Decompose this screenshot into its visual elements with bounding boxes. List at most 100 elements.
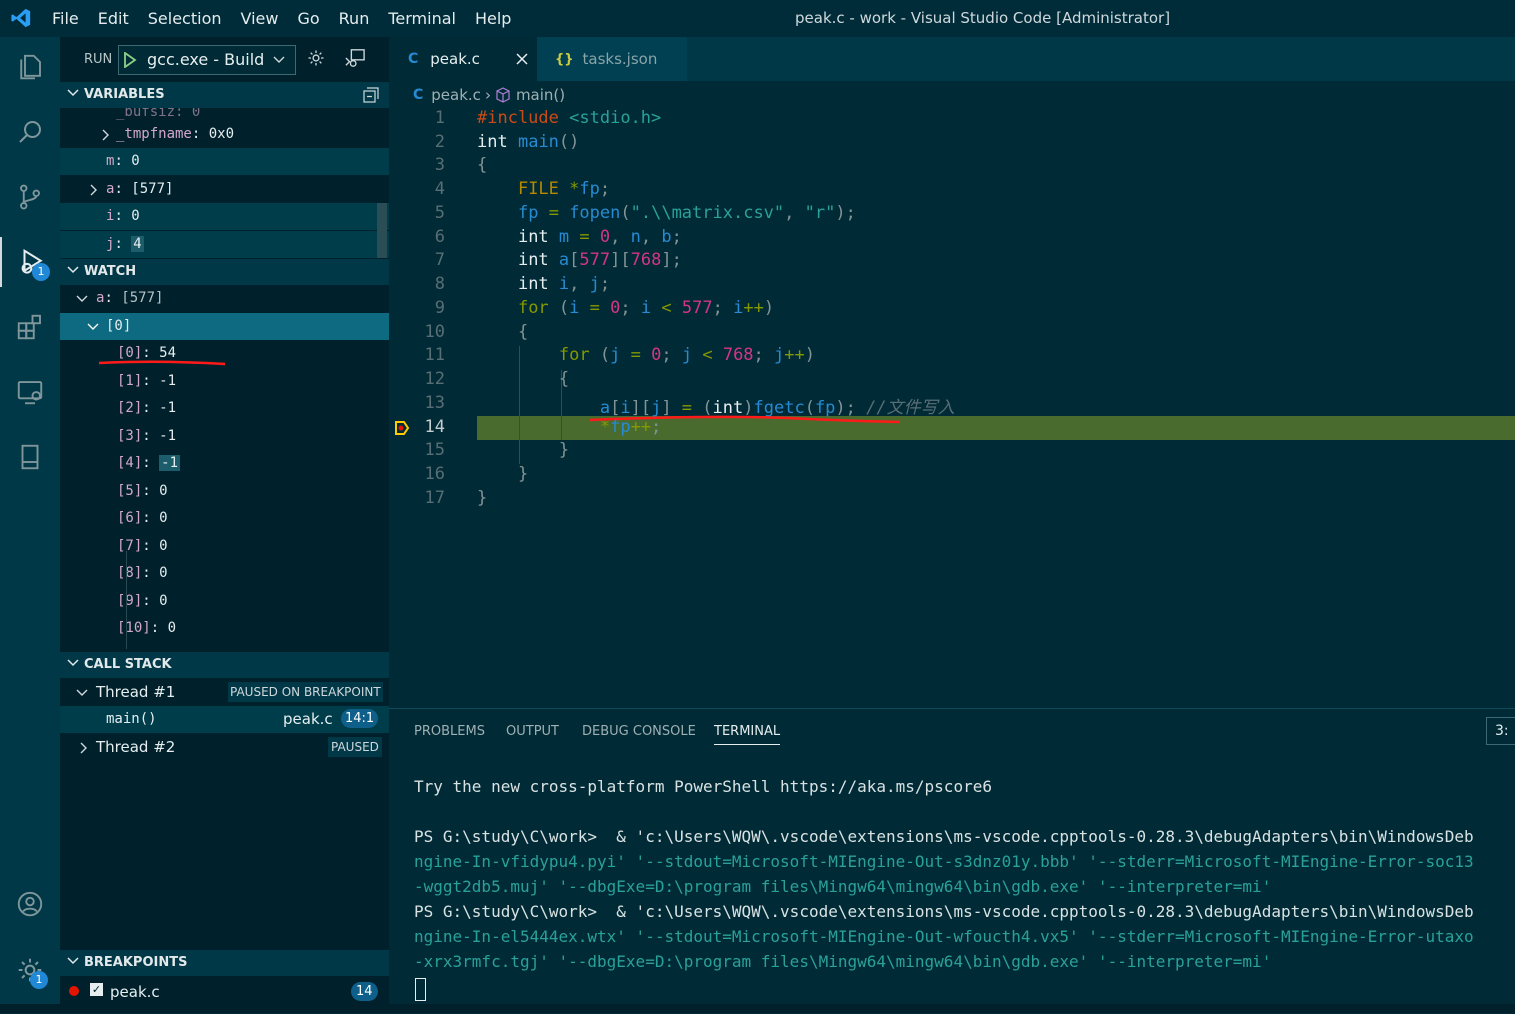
tab-tasks-json[interactable]: {} tasks.json: [537, 37, 687, 81]
menu-edit[interactable]: Edit: [98, 9, 129, 28]
code-line: for (i = 0; i < 577; i++): [517, 298, 775, 318]
source-control-button[interactable]: [0, 172, 60, 222]
watch-item-row[interactable]: [1]: -1: [60, 368, 389, 395]
watch-item-value: 0: [167, 620, 177, 636]
watch-item-value: 0: [159, 593, 168, 609]
watch-item-row[interactable]: [6]: 0: [60, 505, 389, 532]
code-line: }: [477, 440, 570, 460]
terminal-line: ngine-In-el5444ex.wtx' '--stdout=Microso…: [414, 927, 1474, 946]
chevron-down-icon: [76, 295, 88, 302]
menu-run[interactable]: Run: [339, 9, 370, 28]
tab-output[interactable]: OUTPUT: [506, 724, 559, 739]
line-number: 9: [434, 298, 445, 318]
variables-section-header[interactable]: VARIABLES: [60, 82, 389, 108]
accounts-button[interactable]: [0, 879, 60, 929]
code-line: int main(): [477, 132, 580, 152]
chevron-down-icon: [67, 89, 79, 97]
terminal-cursor[interactable]: [415, 978, 426, 1001]
tab-terminal[interactable]: TERMINAL: [714, 724, 781, 745]
line-number: 13: [424, 393, 445, 413]
variable-name: _tmpfname: [116, 126, 192, 142]
code-line: }: [477, 488, 488, 508]
menu-selection[interactable]: Selection: [148, 9, 222, 28]
watch-item-value: 0: [159, 510, 168, 526]
watch-item-row[interactable]: [9]: 0: [60, 588, 389, 615]
collapse-all-icon[interactable]: [363, 87, 379, 103]
watch-item-row[interactable]: [3]: -1: [60, 423, 389, 450]
breakpoints-section-header[interactable]: BREAKPOINTS: [60, 950, 389, 976]
watch-section-header[interactable]: WATCH: [60, 259, 389, 285]
thread-row[interactable]: Thread #1 PAUSED ON BREAKPOINT: [60, 679, 389, 706]
start-debug-icon[interactable]: [123, 52, 137, 68]
checkbox-checked-icon[interactable]: ✓: [90, 983, 103, 996]
variable-row[interactable]: _tmpfname: 0x0: [60, 121, 389, 148]
tab-problems[interactable]: PROBLEMS: [414, 724, 485, 739]
watch-item-value: 0: [159, 538, 168, 554]
c-file-icon: C: [413, 87, 424, 103]
watch-item-row[interactable]: [5]: 0: [60, 478, 389, 505]
tab-debug-console[interactable]: DEBUG CONSOLE: [582, 724, 696, 739]
launch-config-select[interactable]: gcc.exe - Build a: [118, 45, 296, 75]
callstack-title: CALL STACK: [84, 657, 172, 672]
book-button[interactable]: [0, 432, 60, 482]
gear-icon[interactable]: [306, 48, 326, 68]
extensions-button[interactable]: [0, 302, 60, 352]
frame-name: main(): [106, 711, 157, 727]
variable-row[interactable]: i: 0: [60, 203, 389, 230]
settings-badge: 1: [30, 971, 48, 989]
callstack-section-header[interactable]: CALL STACK: [60, 652, 389, 678]
close-icon[interactable]: [516, 53, 528, 65]
terminal-selector[interactable]: 3:: [1486, 717, 1515, 745]
manage-button[interactable]: 1: [0, 945, 60, 995]
debug-console-icon[interactable]: [344, 48, 366, 68]
breakpoint-row[interactable]: ✓ peak.c 14: [60, 978, 389, 1005]
watch-item-row[interactable]: [8]: 0: [60, 560, 389, 587]
variable-row[interactable]: a: [577]: [60, 176, 389, 203]
code-line: int m = 0, n, b;: [517, 227, 682, 247]
vscode-logo-icon: [11, 8, 31, 28]
watch-child-row[interactable]: [0]: [60, 313, 389, 340]
stack-frame-row[interactable]: main() peak.c 14:1: [60, 706, 389, 733]
thread-row[interactable]: Thread #2 PAUSED: [60, 734, 389, 761]
terminal-line: Try the new cross-platform PowerShell ht…: [414, 777, 992, 796]
code-line: #include <stdio.h>: [477, 108, 662, 128]
watch-item-value: -1: [159, 428, 177, 444]
watch-item-name: [4]: [117, 455, 143, 471]
watch-root-row[interactable]: a: [577]: [60, 285, 389, 312]
menu-view[interactable]: View: [241, 9, 279, 28]
line-number: 8: [434, 274, 445, 294]
variables-scrollbar[interactable]: [377, 203, 387, 258]
variable-row[interactable]: j: 4: [60, 231, 389, 258]
watch-child-name: [0]: [106, 318, 132, 334]
frame-file: peak.c: [283, 710, 333, 728]
remote-explorer-button[interactable]: [0, 367, 60, 417]
watch-item-row[interactable]: [7]: 0: [60, 533, 389, 560]
watch-item-name: [10]: [117, 620, 151, 636]
variable-row[interactable]: m: 0: [60, 148, 389, 175]
search-button[interactable]: [0, 107, 60, 157]
menu-file[interactable]: File: [52, 9, 79, 28]
chevron-down-icon: [67, 659, 79, 667]
menu-help[interactable]: Help: [475, 9, 511, 28]
line-number: 1: [434, 108, 445, 128]
chevron-down-icon: [273, 56, 285, 63]
run-debug-button[interactable]: 1: [0, 237, 62, 287]
watch-item-row[interactable]: [4]: -1: [60, 450, 389, 477]
thread-name: Thread #1: [96, 683, 176, 701]
breadcrumb-symbol[interactable]: main(): [516, 86, 565, 104]
watch-item-row[interactable]: [10]: 0: [60, 615, 389, 642]
tree-indent-guide: [126, 551, 127, 649]
line-number: 17: [424, 488, 445, 508]
watch-item-row[interactable]: [2]: -1: [60, 395, 389, 422]
terminal-line-text: PS G:\study\C\work> & 'c:\Users\WQW\.vsc…: [414, 827, 1474, 846]
debug-badge: 1: [32, 263, 50, 281]
breadcrumb-file[interactable]: peak.c: [431, 86, 481, 104]
explorer-button[interactable]: [0, 42, 60, 92]
watch-item-name: [9]: [117, 593, 143, 609]
watch-item-value: -1: [159, 400, 177, 416]
chevron-down-icon: [67, 266, 79, 274]
menu-go[interactable]: Go: [297, 9, 319, 28]
tab-peak-c[interactable]: C peak.c: [389, 37, 537, 81]
menu-terminal[interactable]: Terminal: [388, 9, 456, 28]
watch-item-name: [5]: [117, 483, 143, 499]
